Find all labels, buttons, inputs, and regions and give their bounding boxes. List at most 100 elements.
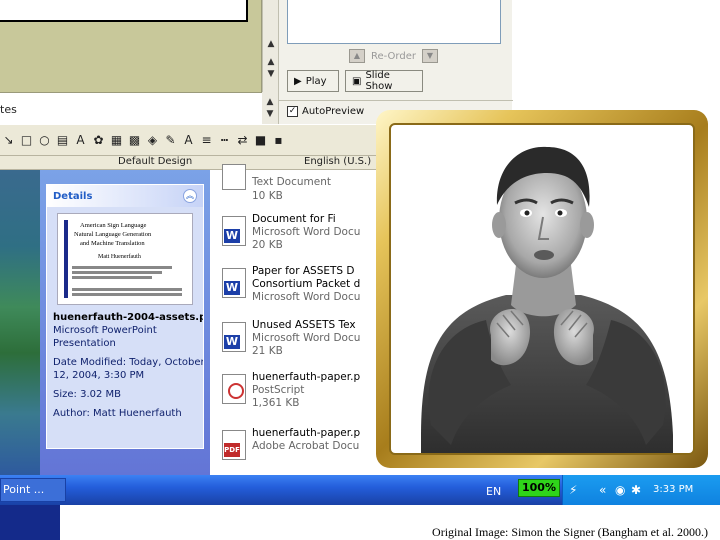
taskbar-button-powerpoint[interactable]: Point ... [0, 478, 66, 502]
scroll-up-icon[interactable]: ▲ [264, 96, 276, 108]
slide-editing-area[interactable] [0, 0, 262, 92]
list-item[interactable]: W Paper for ASSETS D Consortium Packet d… [216, 262, 376, 306]
arrow-style-icon[interactable]: ⇄ [236, 133, 249, 147]
image-caption: Original Image: Simon the Signer (Bangha… [432, 525, 708, 539]
details-panel: Details ︽ American Sign Language Natural… [46, 184, 204, 449]
play-button[interactable]: ▶ Play [287, 70, 339, 92]
file-line-1: Paper for ASSETS D [252, 265, 355, 277]
slide-show-button[interactable]: ▣ Slide Show [345, 70, 423, 92]
move-up-button[interactable]: ▲ [349, 49, 365, 63]
dash-style-icon[interactable]: ┅ [218, 133, 231, 147]
custom-animation-pane: ▲ Re-Order ▼ ▶ Play ▣ Slide Show ✓ AutoP… [278, 0, 513, 124]
file-line-1: huenerfauth-paper.p [252, 427, 361, 439]
checkbox-icon[interactable]: ✓ [287, 106, 298, 117]
thumbnail-text-line [72, 276, 152, 279]
thumbnail-text-line [72, 271, 162, 274]
thumbnail-text-line [72, 288, 182, 291]
file-line-1: Document for Fi [252, 213, 336, 225]
autopreview-label: AutoPreview [302, 106, 365, 117]
oval-tool-icon[interactable]: ○ [38, 133, 51, 147]
clock[interactable]: 3:33 PM [653, 484, 693, 495]
line-style-icon[interactable]: ≡ [200, 133, 213, 147]
scroll-up-icon[interactable]: ▲ [265, 38, 277, 50]
notes-pane[interactable]: tes [0, 92, 262, 124]
shadow-style-icon[interactable]: ■ [254, 133, 267, 147]
details-title: Details [53, 190, 93, 202]
details-file-type-2: Presentation [53, 338, 116, 349]
power-plug-icon[interactable]: ⚡ [569, 483, 577, 497]
pane-divider [279, 100, 513, 101]
thumbnail-title-2: Natural Language Generation [74, 231, 152, 238]
arrow-tool-icon[interactable]: ↘ [2, 133, 15, 147]
thumbnail-text-line [72, 293, 182, 296]
slide-show-button-label: Slide Show [365, 70, 393, 92]
scroll-down-icon[interactable]: ▼ [265, 68, 277, 80]
file-line-3: 20 KB [252, 239, 283, 251]
details-header[interactable]: Details ︽ [47, 185, 203, 207]
file-line-2: Consortium Packet d [252, 278, 361, 290]
file-list: Text Document 10 KB W Document for Fi Mi… [216, 164, 376, 475]
scroll-down-icon[interactable]: ▼ [264, 108, 276, 120]
details-date-modified: Date Modified: Today, October [53, 357, 203, 368]
chevron-left-icon[interactable]: « [599, 483, 606, 497]
list-item[interactable]: huenerfauth-paper.p PostScript 1,361 KB [216, 368, 376, 412]
taskbar-button-label: Point ... [3, 483, 45, 496]
animation-list[interactable] [287, 0, 501, 44]
signer-avatar-illustration [421, 146, 673, 453]
details-author: Author: Matt Huenerfauth [53, 408, 182, 419]
wordart-icon[interactable]: A [74, 133, 87, 147]
file-line-2: Microsoft Word Docu [252, 226, 361, 238]
fill-color-icon[interactable]: ◈ [146, 133, 159, 147]
file-line-2: Adobe Acrobat Docu [252, 440, 360, 452]
chevron-up-icon[interactable]: ︽ [183, 189, 197, 203]
thumbnail-text-line [72, 266, 172, 269]
slide-accent-block [0, 505, 60, 540]
slide-show-icon: ▣ [352, 75, 362, 87]
thumbnail-accent-bar [64, 220, 68, 298]
scroll-up-icon[interactable]: ▲ [265, 56, 277, 68]
signer-avatar-frame [376, 110, 708, 468]
screenshot-stage: ▲ ▲ ▼ tes ▲ ▼ ▲ Re-Order ▼ ▶ Play ▣ Slid… [0, 0, 720, 540]
list-item[interactable]: Text Document 10 KB [216, 164, 376, 214]
reorder-label: Re-Order [371, 50, 416, 62]
zoom-level-badge[interactable]: 100% [518, 479, 560, 497]
font-color-icon[interactable]: A [182, 133, 195, 147]
language-indicator[interactable]: EN [486, 485, 501, 498]
play-icon: ▶ [294, 75, 302, 87]
list-item[interactable]: W Document for Fi Microsoft Word Docu 20… [216, 210, 376, 254]
details-file-name: huenerfauth-2004-assets.p [53, 312, 203, 323]
caption-strip: Original Image: Simon the Signer (Bangha… [0, 505, 720, 540]
line-color-icon[interactable]: ✎ [164, 133, 177, 147]
list-item[interactable]: PDF huenerfauth-paper.p Adobe Acrobat Do… [216, 424, 376, 468]
word-document-icon: W [222, 268, 246, 298]
bluetooth-icon[interactable]: ✱ [631, 483, 641, 497]
postscript-icon [222, 374, 246, 404]
file-line-1: Unused ASSETS Tex [252, 319, 356, 331]
network-icon[interactable]: ◉ [615, 483, 625, 497]
file-line-3: 1,361 KB [252, 397, 300, 409]
play-button-label: Play [305, 75, 327, 87]
file-line-2: PostScript [252, 384, 305, 396]
text-box-icon[interactable]: ▤ [56, 133, 69, 147]
windows-taskbar: Point ... EN 100% ⚡ « ◉ ✱ 3:33 PM [0, 475, 720, 505]
pdf-icon: PDF [222, 430, 246, 460]
text-document-icon [222, 164, 246, 190]
status-design: Default Design [118, 156, 193, 167]
picture-icon[interactable]: ▩ [128, 133, 141, 147]
status-bar: Default Design English (U.S.) [0, 156, 376, 170]
diagram-icon[interactable]: ✿ [92, 133, 105, 147]
rectangle-tool-icon[interactable]: □ [20, 133, 33, 147]
list-item[interactable]: W Unused ASSETS Tex Microsoft Word Docu … [216, 316, 376, 360]
file-line-3: Microsoft Word Docu [252, 291, 361, 303]
move-down-button[interactable]: ▼ [421, 49, 438, 63]
slide-canvas[interactable] [0, 0, 248, 22]
file-line-1: Text Document [252, 176, 331, 188]
status-language: English (U.S.) [304, 156, 372, 167]
slide-scrollbar[interactable]: ▲ ▲ ▼ [262, 0, 278, 92]
explorer-task-sidebar: Details ︽ American Sign Language Natural… [40, 170, 210, 475]
notes-scrollbar[interactable]: ▲ ▼ [262, 92, 278, 124]
clip-art-icon[interactable]: ▦ [110, 133, 123, 147]
3d-style-icon[interactable]: ▪ [272, 133, 285, 147]
autopreview-checkbox[interactable]: ✓ AutoPreview [287, 106, 364, 117]
file-line-3: 21 KB [252, 345, 283, 357]
